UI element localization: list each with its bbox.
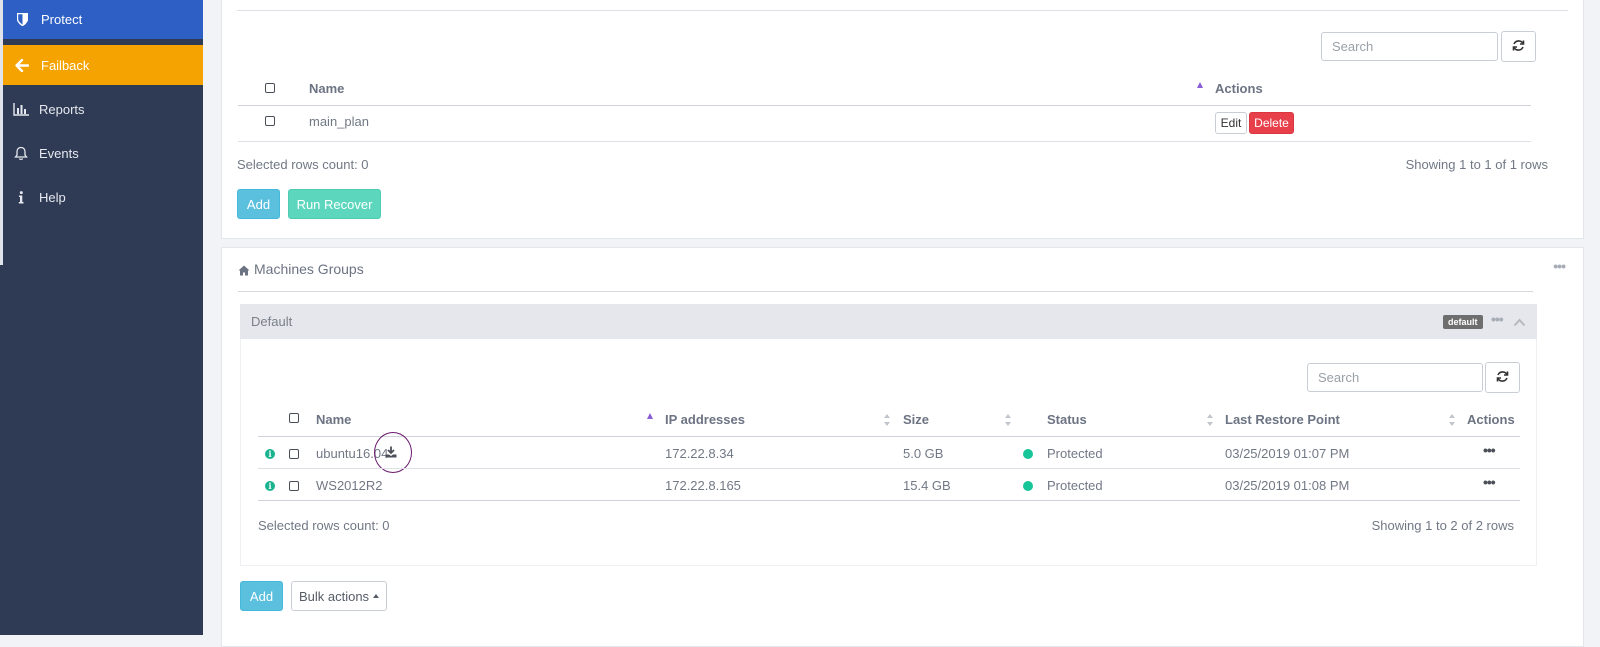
pagination-info: Showing 1 to 1 of 1 rows xyxy=(1405,157,1548,172)
edit-button[interactable]: Edit xyxy=(1215,112,1247,134)
bulk-actions-dropdown[interactable]: Bulk actions xyxy=(291,581,387,611)
sort-asc-icon[interactable] xyxy=(647,413,653,419)
column-header-last-restore[interactable]: Last Restore Point xyxy=(1225,412,1340,427)
sidebar-item-events[interactable]: Events xyxy=(3,134,203,173)
sort-icon[interactable] xyxy=(1207,414,1214,426)
group-name: Default xyxy=(251,314,293,329)
sidebar-item-help[interactable]: Help xyxy=(3,178,203,217)
sidebar-item-label: Protect xyxy=(41,12,83,27)
plans-search-input[interactable]: Search xyxy=(1321,32,1498,61)
sort-icon[interactable] xyxy=(1005,414,1012,426)
sidebar-item-label: Failback xyxy=(41,57,90,73)
search-placeholder: Search xyxy=(1332,39,1374,54)
highlight-circle xyxy=(374,432,412,473)
column-header-ip[interactable]: IP addresses xyxy=(665,412,745,427)
machine-last-restore: 03/25/2019 01:07 PM xyxy=(1225,446,1350,461)
machine-size: 5.0 GB xyxy=(903,446,944,461)
sort-icon[interactable] xyxy=(884,414,891,426)
machine-size: 15.4 GB xyxy=(903,478,951,493)
column-header-name[interactable]: Name xyxy=(316,412,351,427)
info-icon xyxy=(3,191,39,204)
select-all-checkbox[interactable] xyxy=(289,413,299,423)
row-checkbox[interactable] xyxy=(289,449,299,459)
plans-refresh-button[interactable] xyxy=(1501,31,1536,62)
divider xyxy=(237,10,1568,11)
plans-panel: Search Name Actions main_plan Edit Delet… xyxy=(221,0,1584,239)
column-header-actions: Actions xyxy=(1467,412,1515,427)
divider xyxy=(238,141,1531,142)
machine-name[interactable]: WS2012R2 xyxy=(316,478,382,493)
add-plan-button[interactable]: Add xyxy=(237,189,280,219)
status-dot xyxy=(1023,481,1033,491)
machine-status: Protected xyxy=(1047,446,1103,461)
shield-icon xyxy=(3,13,41,26)
divider xyxy=(238,291,1533,292)
divider xyxy=(258,436,1520,437)
group-badge: default xyxy=(1443,315,1483,329)
pagination-info: Showing 1 to 2 of 2 rows xyxy=(1371,518,1514,533)
sidebar-item-protect[interactable]: Protect xyxy=(3,0,203,39)
machine-last-restore: 03/25/2019 01:08 PM xyxy=(1225,478,1350,493)
machine-ip: 172.22.8.34 xyxy=(665,446,734,461)
selected-rows-count: Selected rows count: 0 xyxy=(237,157,369,172)
machine-ip: 172.22.8.165 xyxy=(665,478,741,493)
machines-search-input[interactable]: Search xyxy=(1307,363,1483,392)
delete-button[interactable]: Delete xyxy=(1249,112,1294,134)
sidebar-item-reports[interactable]: Reports xyxy=(3,90,203,129)
panel-menu-icon[interactable]: ••• xyxy=(1553,258,1566,274)
column-header-size[interactable]: Size xyxy=(903,412,929,427)
sidebar-item-label: Help xyxy=(39,190,66,205)
row-checkbox[interactable] xyxy=(265,116,275,126)
arrow-left-icon xyxy=(3,58,41,72)
divider xyxy=(258,500,1520,501)
column-header-name[interactable]: Name xyxy=(309,81,344,96)
panel-title: Machines Groups xyxy=(254,261,364,277)
column-header-actions: Actions xyxy=(1215,81,1263,96)
sidebar-item-label: Reports xyxy=(39,102,85,117)
caret-up-icon xyxy=(373,594,380,598)
sidebar-item-failback[interactable]: Failback xyxy=(3,45,203,85)
plan-name[interactable]: main_plan xyxy=(309,114,369,129)
sidebar: Protect Failback Reports Events Help xyxy=(0,0,203,635)
add-machine-button[interactable]: Add xyxy=(240,581,283,611)
refresh-icon xyxy=(1512,39,1525,55)
select-all-checkbox[interactable] xyxy=(265,83,275,93)
sidebar-edge xyxy=(0,0,3,265)
bell-icon xyxy=(3,146,39,161)
bar-chart-icon xyxy=(3,103,39,116)
group-menu-icon[interactable]: ••• xyxy=(1491,311,1504,327)
row-actions-icon[interactable]: ••• xyxy=(1483,474,1496,490)
group-header[interactable]: Default default ••• xyxy=(240,304,1537,339)
selected-rows-count: Selected rows count: 0 xyxy=(258,518,390,533)
column-header-status[interactable]: Status xyxy=(1047,412,1087,427)
home-icon xyxy=(238,264,250,279)
sort-asc-icon[interactable] xyxy=(1197,82,1203,88)
main-content: Search Name Actions main_plan Edit Delet… xyxy=(203,0,1600,647)
row-actions-icon[interactable]: ••• xyxy=(1483,442,1496,458)
collapse-chevron-icon[interactable] xyxy=(1513,315,1526,330)
group-body: Search Name IP addresses Size Status Las… xyxy=(240,339,1537,566)
divider xyxy=(238,105,1531,106)
run-recover-button[interactable]: Run Recover xyxy=(288,189,381,219)
row-checkbox[interactable] xyxy=(289,481,299,491)
sidebar-item-label: Events xyxy=(39,146,79,161)
divider xyxy=(258,468,1520,469)
search-placeholder: Search xyxy=(1318,370,1360,385)
info-icon[interactable]: i xyxy=(265,449,275,459)
sort-icon[interactable] xyxy=(1449,414,1456,426)
machines-groups-panel: Machines Groups ••• Default default ••• … xyxy=(221,247,1584,647)
info-icon[interactable]: i xyxy=(265,481,275,491)
machines-refresh-button[interactable] xyxy=(1485,362,1520,393)
bulk-actions-label: Bulk actions xyxy=(298,588,370,604)
machine-status: Protected xyxy=(1047,478,1103,493)
status-dot xyxy=(1023,449,1033,459)
refresh-icon xyxy=(1496,370,1509,386)
